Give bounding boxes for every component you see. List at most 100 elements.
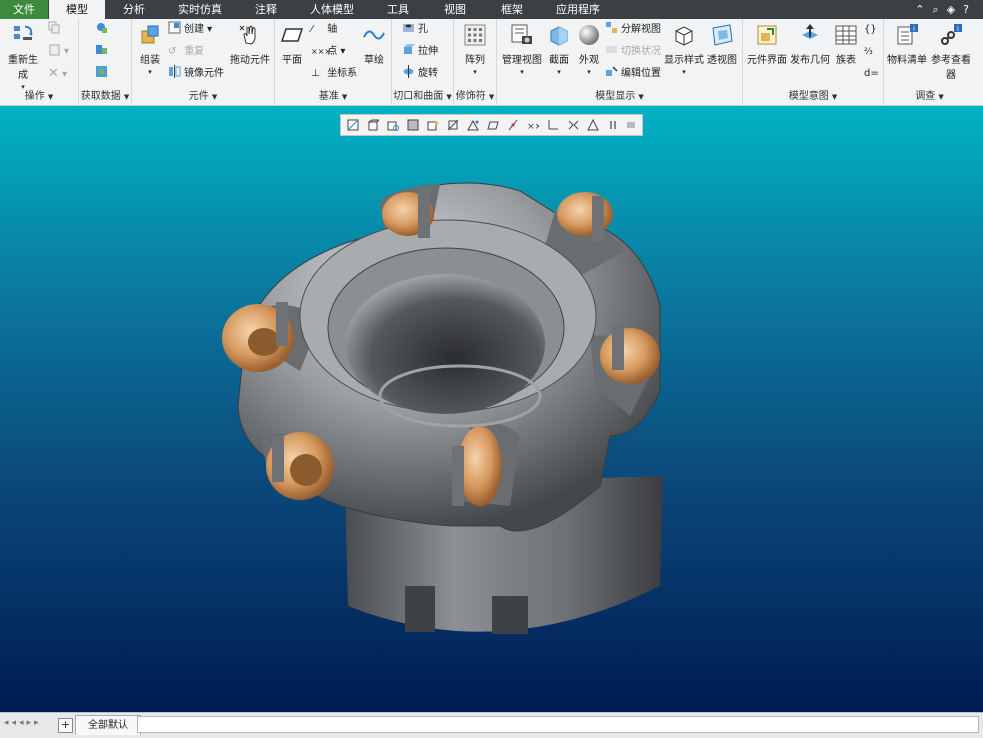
bom-button[interactable]: i 物料清单 xyxy=(886,23,928,66)
revolve-button[interactable]: 旋转 xyxy=(402,65,438,83)
group-cut-surface: 孔 拉伸 旋转 切口和曲面 ▼ xyxy=(392,19,454,105)
graphics-viewport[interactable]: ×× xyxy=(0,106,983,712)
shrinkwrap-button[interactable] xyxy=(95,65,111,83)
exploded-label: 分解视图 xyxy=(621,24,661,35)
shank-slot xyxy=(492,596,528,634)
assemble-button[interactable]: 组装 ▾ xyxy=(135,23,165,77)
search-icon[interactable]: ⌕ xyxy=(933,3,947,16)
repeat-button[interactable]: ↺ 重复 xyxy=(168,43,204,61)
csys-button[interactable]: ⊥ 坐标系 xyxy=(311,65,357,83)
axis-label: 轴 xyxy=(327,24,338,35)
delete-icon: ✕ xyxy=(48,66,59,81)
group-title-get-data[interactable]: 获取数据 ▼ xyxy=(79,87,131,102)
extrude-label: 拉伸 xyxy=(418,46,438,57)
menu-bar: 文件 模型 分析 实时仿真 注释 人体模型 工具 视图 框架 应用程序 ⌃⌕◈? xyxy=(0,0,983,19)
manage-views-label: 管理视图 xyxy=(502,55,542,66)
tab-analysis[interactable]: 分析 xyxy=(106,0,162,19)
insert xyxy=(222,302,294,372)
pattern-button[interactable]: 阵列 ▾ xyxy=(458,23,492,77)
exploded-view-button[interactable]: 分解视图 xyxy=(605,21,661,39)
sketch-button[interactable]: 草绘 xyxy=(359,23,389,66)
tab-file[interactable]: 文件 xyxy=(0,0,48,19)
group-title-cut[interactable]: 切口和曲面 ▼ xyxy=(392,87,453,102)
repeat-label: 重复 xyxy=(184,46,205,57)
copy-geometry-button[interactable] xyxy=(95,43,111,61)
switch-dimensions-button[interactable]: ⅔ xyxy=(864,43,873,61)
section-icon xyxy=(550,26,568,46)
perspective-button[interactable]: 透视图 xyxy=(705,23,739,66)
pattern-label: 阵列 xyxy=(465,55,485,66)
reference-viewer-icon: i xyxy=(941,24,962,45)
dimension-icon: ⅔ xyxy=(864,47,873,57)
copy-button[interactable] xyxy=(48,21,64,39)
axis-icon: ⁄ xyxy=(311,24,313,35)
tab-view[interactable]: 视图 xyxy=(427,0,483,19)
edit-position-button[interactable]: 编辑位置 xyxy=(605,65,661,83)
group-datum: 平面 ⁄ 轴 ××× 点 ▾ ⊥ 坐标系 草绘 基准 ▼ xyxy=(275,19,392,105)
edit-position-icon xyxy=(606,66,618,76)
group-get-data: 获取数据 ▼ xyxy=(79,19,132,105)
plane-button[interactable]: 平面 xyxy=(277,23,307,66)
delete-button[interactable]: ✕ ▾ xyxy=(48,65,67,83)
revolve-label: 旋转 xyxy=(418,68,438,79)
group-title-modifiers[interactable]: 修饰符 ▼ xyxy=(454,87,496,102)
group-title-datum[interactable]: 基准 ▼ xyxy=(275,87,391,102)
tab-applications[interactable]: 应用程序 xyxy=(541,0,615,19)
regenerate-button[interactable]: 重新生成 ▾ xyxy=(4,23,42,92)
mirror-component-button[interactable]: 镜像元件 xyxy=(168,65,224,83)
parameter-icon: d= xyxy=(864,68,879,79)
group-title-model-display[interactable]: 模型显示 ▼ xyxy=(497,87,742,102)
publish-geometry-button[interactable]: 发布几何 xyxy=(790,23,830,66)
toggle-status-icon xyxy=(606,46,617,53)
mirror-icon xyxy=(169,65,181,78)
component-interface-button[interactable]: 元件界面 xyxy=(745,23,789,66)
drag-component-button[interactable]: 拖动元件 xyxy=(230,23,270,66)
group-title-operations[interactable]: 操作 ▼ xyxy=(0,87,78,102)
assemble-icon xyxy=(141,25,159,44)
group-title-model-intent[interactable]: 模型意图 ▼ xyxy=(743,87,883,102)
tab-model[interactable]: 模型 xyxy=(49,0,105,19)
manage-views-button[interactable]: 管理视图 ▾ xyxy=(499,23,545,77)
toggle-status-button[interactable]: 切换状况 xyxy=(605,43,661,61)
parameters-button[interactable]: d= xyxy=(864,65,879,83)
paste-button[interactable]: ▾ xyxy=(48,43,69,61)
create-button[interactable]: 创建 ▾ xyxy=(168,21,212,39)
extrude-button[interactable]: 拉伸 xyxy=(402,43,438,61)
default-state-tab[interactable]: 全部默认 xyxy=(75,715,141,735)
sketch-icon xyxy=(363,30,385,40)
family-table-button[interactable]: 族表 xyxy=(833,23,859,66)
display-style-cube-icon xyxy=(675,26,693,46)
collapse-ribbon-icon[interactable]: ⌃ xyxy=(915,3,932,16)
family-table-label: 族表 xyxy=(836,55,856,66)
drag-hand-icon xyxy=(239,25,256,45)
group-model-display: 管理视图 ▾ 截面 ▾ 外观 ▾ 分解视图 切换状况 编辑位置 显示样式 ▾ 透视图 模… xyxy=(497,19,743,105)
svg-text:i: i xyxy=(913,25,915,33)
tab-tools[interactable]: 工具 xyxy=(370,0,426,19)
tab-annotate[interactable]: 注释 xyxy=(238,0,294,19)
tab-realtime-sim[interactable]: 实时仿真 xyxy=(163,0,237,19)
tab-framework[interactable]: 框架 xyxy=(484,0,540,19)
user-defined-feature-button[interactable] xyxy=(95,21,111,39)
help-icon[interactable]: ? xyxy=(963,3,977,16)
group-title-investigate[interactable]: 调查 ▼ xyxy=(884,87,975,102)
hole-button[interactable]: 孔 xyxy=(402,21,428,39)
milling-cutter-model[interactable] xyxy=(0,106,983,712)
udf-icon xyxy=(97,23,107,33)
group-title-component[interactable]: 元件 ▼ xyxy=(132,87,274,102)
relations-button[interactable]: {} xyxy=(864,21,877,39)
layers-icon[interactable]: ◈ xyxy=(947,3,963,16)
window-nav-arrows[interactable]: ◂◂◂▸▸ xyxy=(4,718,42,728)
axis-button[interactable]: ⁄ 轴 xyxy=(311,21,337,39)
add-tab-button[interactable]: + xyxy=(58,718,73,733)
section-button[interactable]: 截面 ▾ xyxy=(545,23,573,77)
point-button[interactable]: ××× 点 ▾ xyxy=(311,43,345,61)
mirror-label: 镜像元件 xyxy=(184,68,224,79)
appearance-button[interactable]: 外观 ▾ xyxy=(575,23,603,77)
toggle-status-label: 切换状况 xyxy=(621,46,661,57)
group-modifiers: 阵列 ▾ 修饰符 ▼ xyxy=(454,19,497,105)
group-investigate: i 物料清单 i 参考查看器 调查 ▼ xyxy=(884,19,975,105)
tab-human-model[interactable]: 人体模型 xyxy=(295,0,369,19)
reference-viewer-button[interactable]: i 参考查看器 xyxy=(930,23,972,81)
publish-geometry-label: 发布几何 xyxy=(790,55,830,66)
display-style-button[interactable]: 显示样式 ▾ xyxy=(664,23,704,77)
